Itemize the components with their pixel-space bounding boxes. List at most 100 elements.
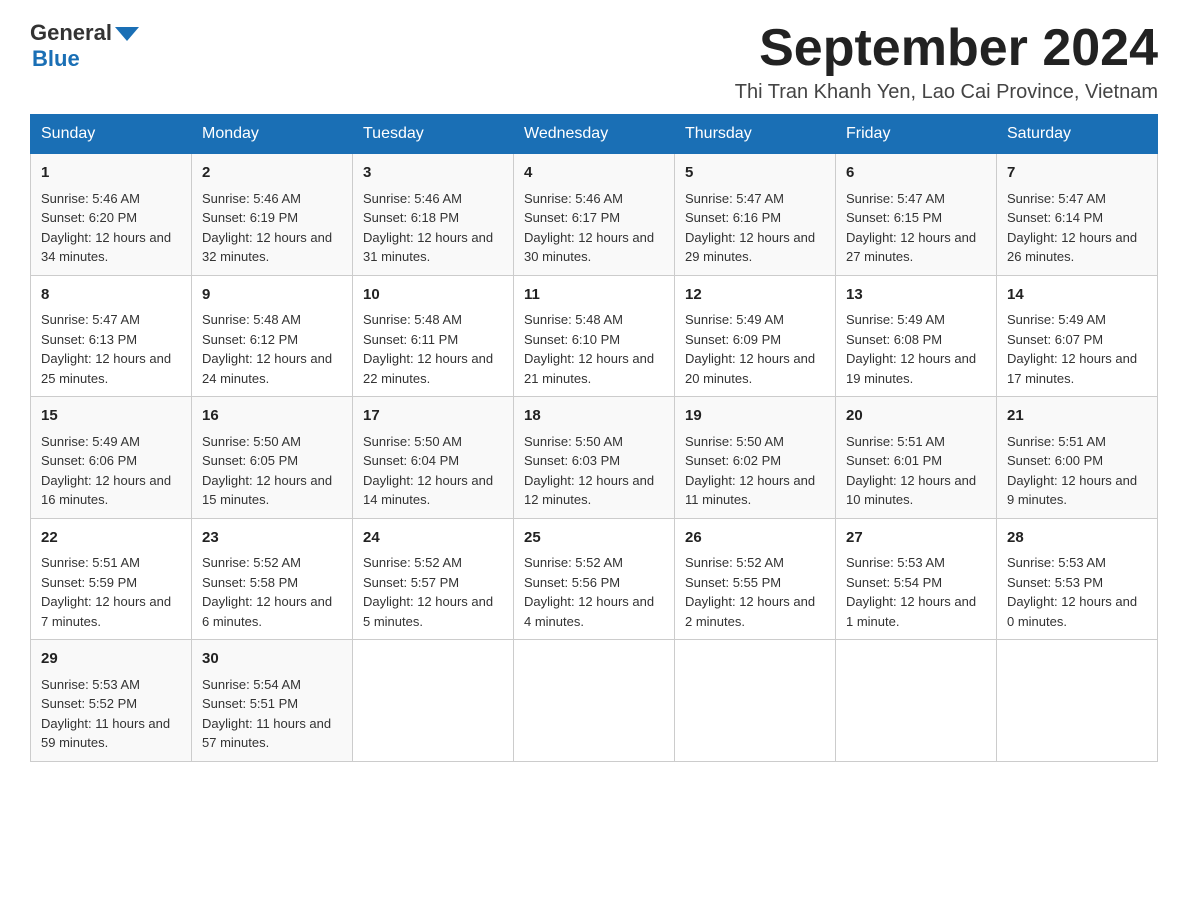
- daylight-text: Daylight: 12 hours and 12 minutes.: [524, 471, 664, 510]
- sunrise-text: Sunrise: 5:50 AM: [524, 432, 664, 452]
- calendar-header-sunday: Sunday: [31, 115, 192, 154]
- calendar-header-tuesday: Tuesday: [353, 115, 514, 154]
- calendar-cell: 27Sunrise: 5:53 AMSunset: 5:54 PMDayligh…: [836, 518, 997, 640]
- sunrise-text: Sunrise: 5:47 AM: [846, 189, 986, 209]
- daylight-text: Daylight: 12 hours and 24 minutes.: [202, 349, 342, 388]
- day-number: 18: [524, 405, 664, 428]
- sunset-text: Sunset: 5:58 PM: [202, 573, 342, 593]
- sunset-text: Sunset: 5:57 PM: [363, 573, 503, 593]
- sunrise-text: Sunrise: 5:50 AM: [202, 432, 342, 452]
- calendar-cell: [997, 640, 1158, 762]
- day-number: 28: [1007, 527, 1147, 550]
- calendar-cell: 14Sunrise: 5:49 AMSunset: 6:07 PMDayligh…: [997, 275, 1158, 397]
- day-number: 26: [685, 527, 825, 550]
- daylight-text: Daylight: 12 hours and 30 minutes.: [524, 228, 664, 267]
- daylight-text: Daylight: 12 hours and 4 minutes.: [524, 592, 664, 631]
- calendar-week-row: 22Sunrise: 5:51 AMSunset: 5:59 PMDayligh…: [31, 518, 1158, 640]
- daylight-text: Daylight: 12 hours and 19 minutes.: [846, 349, 986, 388]
- sunset-text: Sunset: 6:00 PM: [1007, 451, 1147, 471]
- day-number: 9: [202, 284, 342, 307]
- daylight-text: Daylight: 12 hours and 2 minutes.: [685, 592, 825, 631]
- sunset-text: Sunset: 5:54 PM: [846, 573, 986, 593]
- daylight-text: Daylight: 12 hours and 1 minute.: [846, 592, 986, 631]
- sunset-text: Sunset: 6:10 PM: [524, 330, 664, 350]
- daylight-text: Daylight: 12 hours and 16 minutes.: [41, 471, 181, 510]
- sunset-text: Sunset: 5:53 PM: [1007, 573, 1147, 593]
- sunrise-text: Sunrise: 5:48 AM: [363, 310, 503, 330]
- day-number: 17: [363, 405, 503, 428]
- daylight-text: Daylight: 12 hours and 27 minutes.: [846, 228, 986, 267]
- day-number: 25: [524, 527, 664, 550]
- daylight-text: Daylight: 11 hours and 57 minutes.: [202, 714, 342, 753]
- sunset-text: Sunset: 5:51 PM: [202, 694, 342, 714]
- calendar-cell: 10Sunrise: 5:48 AMSunset: 6:11 PMDayligh…: [353, 275, 514, 397]
- sunrise-text: Sunrise: 5:49 AM: [41, 432, 181, 452]
- sunset-text: Sunset: 6:08 PM: [846, 330, 986, 350]
- day-number: 5: [685, 162, 825, 185]
- day-number: 20: [846, 405, 986, 428]
- sunset-text: Sunset: 5:59 PM: [41, 573, 181, 593]
- day-number: 15: [41, 405, 181, 428]
- daylight-text: Daylight: 12 hours and 11 minutes.: [685, 471, 825, 510]
- calendar-cell: 5Sunrise: 5:47 AMSunset: 6:16 PMDaylight…: [675, 154, 836, 276]
- day-number: 10: [363, 284, 503, 307]
- daylight-text: Daylight: 12 hours and 32 minutes.: [202, 228, 342, 267]
- sunrise-text: Sunrise: 5:47 AM: [41, 310, 181, 330]
- day-number: 6: [846, 162, 986, 185]
- calendar-cell: 3Sunrise: 5:46 AMSunset: 6:18 PMDaylight…: [353, 154, 514, 276]
- calendar-cell: [675, 640, 836, 762]
- daylight-text: Daylight: 12 hours and 31 minutes.: [363, 228, 503, 267]
- sunset-text: Sunset: 6:11 PM: [363, 330, 503, 350]
- sunrise-text: Sunrise: 5:48 AM: [202, 310, 342, 330]
- day-number: 3: [363, 162, 503, 185]
- calendar-header-friday: Friday: [836, 115, 997, 154]
- sunrise-text: Sunrise: 5:47 AM: [685, 189, 825, 209]
- day-number: 2: [202, 162, 342, 185]
- sunrise-text: Sunrise: 5:53 AM: [1007, 553, 1147, 573]
- day-number: 29: [41, 648, 181, 671]
- day-number: 1: [41, 162, 181, 185]
- logo-text-general: General: [30, 20, 112, 46]
- calendar-header-saturday: Saturday: [997, 115, 1158, 154]
- calendar-cell: 23Sunrise: 5:52 AMSunset: 5:58 PMDayligh…: [192, 518, 353, 640]
- sunrise-text: Sunrise: 5:47 AM: [1007, 189, 1147, 209]
- sunrise-text: Sunrise: 5:51 AM: [846, 432, 986, 452]
- day-number: 22: [41, 527, 181, 550]
- month-title: September 2024: [735, 20, 1158, 77]
- calendar-cell: 19Sunrise: 5:50 AMSunset: 6:02 PMDayligh…: [675, 397, 836, 519]
- day-number: 7: [1007, 162, 1147, 185]
- calendar-cell: 25Sunrise: 5:52 AMSunset: 5:56 PMDayligh…: [514, 518, 675, 640]
- sunrise-text: Sunrise: 5:49 AM: [846, 310, 986, 330]
- daylight-text: Daylight: 12 hours and 20 minutes.: [685, 349, 825, 388]
- day-number: 30: [202, 648, 342, 671]
- day-number: 13: [846, 284, 986, 307]
- sunset-text: Sunset: 6:15 PM: [846, 208, 986, 228]
- calendar-header-monday: Monday: [192, 115, 353, 154]
- calendar-cell: 29Sunrise: 5:53 AMSunset: 5:52 PMDayligh…: [31, 640, 192, 762]
- day-number: 21: [1007, 405, 1147, 428]
- daylight-text: Daylight: 12 hours and 5 minutes.: [363, 592, 503, 631]
- calendar-cell: 7Sunrise: 5:47 AMSunset: 6:14 PMDaylight…: [997, 154, 1158, 276]
- calendar-cell: [514, 640, 675, 762]
- sunrise-text: Sunrise: 5:51 AM: [1007, 432, 1147, 452]
- logo: General Blue: [30, 20, 139, 72]
- sunrise-text: Sunrise: 5:52 AM: [202, 553, 342, 573]
- calendar-cell: 22Sunrise: 5:51 AMSunset: 5:59 PMDayligh…: [31, 518, 192, 640]
- sunset-text: Sunset: 6:01 PM: [846, 451, 986, 471]
- daylight-text: Daylight: 12 hours and 26 minutes.: [1007, 228, 1147, 267]
- calendar-cell: 24Sunrise: 5:52 AMSunset: 5:57 PMDayligh…: [353, 518, 514, 640]
- day-number: 11: [524, 284, 664, 307]
- sunrise-text: Sunrise: 5:54 AM: [202, 675, 342, 695]
- calendar-header-wednesday: Wednesday: [514, 115, 675, 154]
- daylight-text: Daylight: 12 hours and 6 minutes.: [202, 592, 342, 631]
- sunrise-text: Sunrise: 5:50 AM: [363, 432, 503, 452]
- day-number: 12: [685, 284, 825, 307]
- sunrise-text: Sunrise: 5:52 AM: [685, 553, 825, 573]
- sunrise-text: Sunrise: 5:52 AM: [524, 553, 664, 573]
- day-number: 4: [524, 162, 664, 185]
- daylight-text: Daylight: 12 hours and 34 minutes.: [41, 228, 181, 267]
- calendar-cell: 11Sunrise: 5:48 AMSunset: 6:10 PMDayligh…: [514, 275, 675, 397]
- calendar-cell: [353, 640, 514, 762]
- day-number: 27: [846, 527, 986, 550]
- calendar-cell: 1Sunrise: 5:46 AMSunset: 6:20 PMDaylight…: [31, 154, 192, 276]
